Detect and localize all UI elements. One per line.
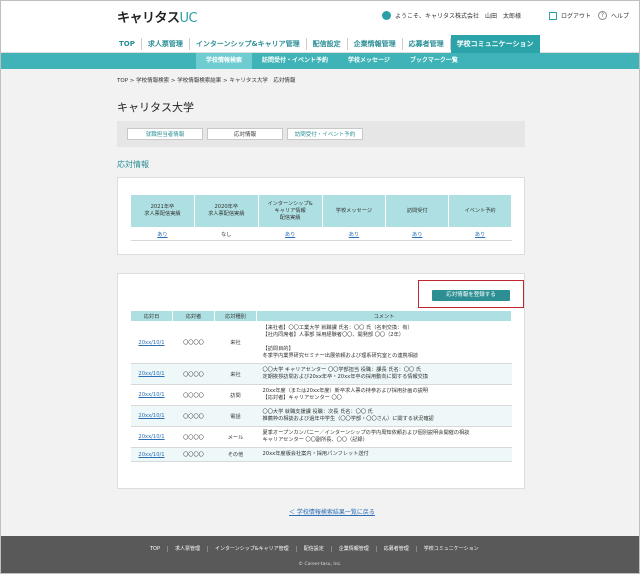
communication-table: 応対日 応対者 応対種別 コメント 20xx/10/1 〇〇〇〇 来社 【来社者… (130, 310, 512, 462)
row-type: 来社 (214, 321, 257, 364)
summary-cell: あり (258, 227, 322, 241)
logout-link[interactable]: ログアウト (548, 11, 591, 20)
main-nav: TOP 求人票管理 インターンシップ&キャリア管理 配信設定 企業情報管理 応募… (1, 35, 639, 53)
summary-header: イベント予約 (448, 194, 512, 228)
logout-icon (548, 11, 557, 20)
summary-table: 2021年卒 求人票配信実績 2020年卒 求人票配信実績 インターンシップ& … (130, 194, 512, 241)
summary-link[interactable]: あり (349, 232, 359, 238)
row-person: 〇〇〇〇 (172, 321, 215, 364)
summary-link[interactable]: あり (285, 232, 295, 238)
help-icon: ? (597, 11, 607, 20)
row-type: その他 (214, 447, 257, 462)
nav-school-communication[interactable]: 学校コミュニケーション (450, 35, 540, 53)
help-label: ヘルプ (610, 13, 629, 20)
row-comment: 【来社者】〇〇工業大学 就職課 氏名：〇〇 氏（名刺交換：有） 【社内同席者】人… (256, 321, 512, 364)
tab-visit-event[interactable]: 訪問受付・イベント予約 (287, 128, 363, 140)
footer-link[interactable]: 求人票管理 (168, 546, 209, 552)
row-person: 〇〇〇〇 (172, 405, 215, 427)
comm-header-type: 応対種別 (214, 310, 257, 322)
nav-internship[interactable]: インターンシップ&キャリア管理 (190, 38, 307, 50)
row-person: 〇〇〇〇 (172, 426, 215, 448)
row-person: 〇〇〇〇 (172, 363, 215, 385)
table-row: 20xx/10/1 〇〇〇〇 メール 夏季オープンカンパニー／インターンシップの… (130, 426, 512, 448)
sub-nav: 学校情報検索 訪問受付・イベント予約 学校メッセージ ブックマーク一覧 (1, 53, 639, 69)
row-type: 来社 (214, 363, 257, 385)
row-date-link[interactable]: 20xx/10/1 (138, 413, 164, 419)
register-response-button[interactable]: 応対情報を登録する (432, 290, 510, 301)
header: キャリタスUC ようこそ、キャリタス株式会社 山田 太郎様 ログアウト ? ヘル… (1, 1, 639, 35)
page-frame: キャリタスUC ようこそ、キャリタス株式会社 山田 太郎様 ログアウト ? ヘル… (0, 0, 640, 574)
logo[interactable]: キャリタスUC (117, 7, 198, 26)
subnav-school-message[interactable]: 学校メッセージ (338, 53, 400, 69)
summary-cell: あり (322, 227, 386, 241)
summary-cell: なし (194, 227, 259, 241)
nav-delivery-settings[interactable]: 配信設定 (307, 38, 348, 50)
table-row: 20xx/10/1 〇〇〇〇 来社 〇〇大学 キャリアセンター 〇〇学部担当 役… (130, 363, 512, 385)
summary-header: 2020年卒 求人票配信実績 (193, 194, 259, 228)
row-type: 訪問 (214, 384, 257, 406)
subnav-bookmarks[interactable]: ブックマーク一覧 (400, 53, 468, 69)
breadcrumb[interactable]: TOP > 学校情報検索 > 学校情報検索結果 > キャリタス大学 応対情報 (117, 76, 295, 84)
row-person: 〇〇〇〇 (172, 384, 215, 406)
summary-header: インターンシップ& キャリア情報 配信実績 (257, 194, 323, 228)
summary-cell: あり (130, 227, 195, 241)
table-row: 20xx/10/1 〇〇〇〇 電話 〇〇大学 就職支援課 役職：次長 氏名：〇〇… (130, 405, 512, 427)
nav-job-postings[interactable]: 求人票管理 (142, 38, 190, 50)
footer-link[interactable]: インターンシップ&キャリア管理 (208, 546, 297, 552)
summary-link[interactable]: あり (412, 232, 422, 238)
comm-header-person: 応対者 (172, 310, 215, 322)
help-link[interactable]: ? ヘルプ (597, 11, 629, 20)
row-date-link[interactable]: 20xx/10/1 (138, 452, 164, 458)
row-type: 電話 (214, 405, 257, 427)
comm-header-date: 応対日 (130, 310, 173, 322)
nav-applicants[interactable]: 応募者管理 (403, 38, 451, 50)
user-greeting: ようこそ、キャリタス株式会社 山田 太郎様 (381, 11, 521, 20)
comm-header-comment: コメント (256, 310, 512, 322)
nav-top[interactable]: TOP (113, 38, 142, 50)
subnav-visit-event[interactable]: 訪問受付・イベント予約 (252, 53, 338, 69)
row-date-link[interactable]: 20xx/10/1 (138, 371, 164, 377)
row-date-link[interactable]: 20xx/10/1 (138, 392, 164, 398)
row-comment: 20xx年度版会社案内・採用パンフレット送付 (256, 447, 512, 462)
row-comment: 〇〇大学 キャリアセンター 〇〇学部担当 役職：課長 氏名：〇〇 氏 定期挨拶訪… (256, 363, 512, 385)
summary-link[interactable]: あり (475, 232, 485, 238)
row-comment: 夏季オープンカンパニー／インターンシップの学内周知依頼および個別説明会開催の相談… (256, 426, 512, 448)
logout-label: ログアウト (560, 13, 591, 20)
user-icon (381, 11, 391, 20)
footer-link[interactable]: TOP (143, 546, 169, 552)
tab-response-info[interactable]: 応対情報 (207, 128, 283, 140)
footer: TOP 求人票管理 インターンシップ&キャリア管理 配信設定 企業情報管理 応募… (1, 536, 639, 573)
row-date-link[interactable]: 20xx/10/1 (138, 434, 164, 440)
tab-bar: 就職担当者情報 応対情報 訪問受付・イベント予約 (117, 121, 525, 147)
register-highlight: 応対情報を登録する (418, 280, 524, 308)
summary-header: 学校メッセージ (321, 194, 387, 228)
footer-link[interactable]: 学校コミュニケーション (417, 546, 486, 552)
summary-link[interactable]: あり (157, 232, 167, 238)
table-row: 20xx/10/1 〇〇〇〇 訪問 20xx年度（または20xx年度）新卒求人票… (130, 384, 512, 406)
nav-company-info[interactable]: 企業情報管理 (348, 38, 403, 50)
summary-header: 訪問受付 (385, 194, 450, 228)
table-row: 20xx/10/1 〇〇〇〇 来社 【来社者】〇〇工業大学 就職課 氏名：〇〇 … (130, 321, 512, 364)
page-title: キャリタス大学 (117, 101, 194, 114)
row-type: メール (214, 426, 257, 448)
tab-career-contact[interactable]: 就職担当者情報 (127, 128, 203, 140)
footer-link[interactable]: 応募者管理 (377, 546, 417, 552)
summary-cell: あり (448, 227, 512, 241)
subnav-school-search[interactable]: 学校情報検索 (196, 53, 253, 69)
row-comment: 〇〇大学 就職支援課 役職：次長 氏名：〇〇 氏 推薦枠の相談および過年中学生（… (256, 405, 512, 427)
summary-cell: あり (385, 227, 449, 241)
summary-panel: 2021年卒 求人票配信実績 2020年卒 求人票配信実績 インターンシップ& … (117, 177, 525, 255)
section-title: 応対情報 (117, 160, 149, 169)
table-row: 20xx/10/1 〇〇〇〇 その他 20xx年度版会社案内・採用パンフレット送… (130, 447, 512, 462)
row-comment: 20xx年度（または20xx年度）新卒求人票の持参および採用計画の説明 【応対者… (256, 384, 512, 406)
back-to-results-link[interactable]: ＜ 学校情報検索結果一覧に戻る (289, 507, 375, 516)
footer-link[interactable]: 企業情報管理 (332, 546, 377, 552)
communication-panel: 応対情報を登録する 応対日 応対者 応対種別 コメント 20xx/10/1 〇〇… (117, 273, 525, 489)
copyright: © Career-tasu, Inc. (298, 562, 342, 567)
greeting-text: ようこそ、キャリタス株式会社 山田 太郎様 (394, 13, 521, 20)
summary-header: 2021年卒 求人票配信実績 (130, 194, 195, 228)
row-date-link[interactable]: 20xx/10/1 (138, 340, 164, 346)
row-person: 〇〇〇〇 (172, 447, 215, 462)
footer-link[interactable]: 配信設定 (297, 546, 332, 552)
